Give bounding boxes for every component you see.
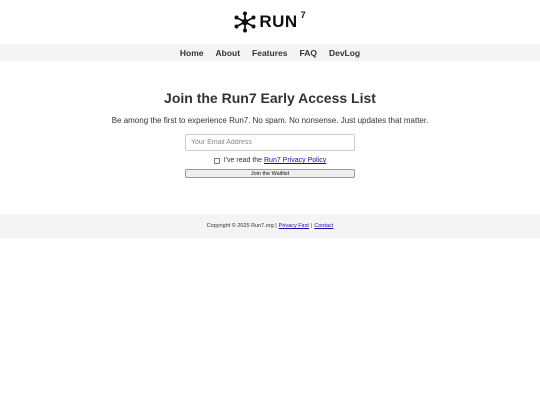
nav-features[interactable]: Features [252, 48, 287, 58]
consent-checkbox[interactable] [213, 157, 220, 164]
copyright-text: Copyright © 2025 Run7.org | [206, 223, 277, 229]
consent-row: I've read the Run7 Privacy Policy [185, 157, 355, 164]
hub-nodes-icon [234, 11, 256, 33]
nav-devlog[interactable]: DevLog [329, 48, 360, 58]
brand-superscript: 7 [300, 10, 306, 20]
join-waitlist-button[interactable]: Join the Waitlist [185, 169, 355, 178]
page-subtitle: Be among the first to experience Run7. N… [111, 116, 429, 125]
consent-prefix: I've read the [223, 157, 264, 164]
footer-contact-link[interactable]: Contact [314, 223, 333, 229]
brand-name: RUN [259, 12, 298, 31]
footer-separator: | [310, 223, 313, 229]
site-header: RUN 7 [0, 0, 540, 44]
brand-logo[interactable]: RUN 7 [234, 10, 306, 33]
waitlist-form: I've read the Run7 Privacy Policy Join t… [185, 134, 355, 178]
waitlist-section: Join the Run7 Early Access List Be among… [0, 61, 540, 178]
email-field[interactable] [185, 134, 355, 151]
footer-privacy-link[interactable]: Privacy First [279, 223, 309, 229]
site-footer: Copyright © 2025 Run7.org | Privacy Firs… [0, 214, 540, 238]
page-title: Join the Run7 Early Access List [164, 90, 376, 106]
nav-about[interactable]: About [215, 48, 240, 58]
privacy-policy-link[interactable]: Run7 Privacy Policy [264, 157, 326, 164]
consent-label: I've read the Run7 Privacy Policy [224, 157, 327, 164]
nav-faq[interactable]: FAQ [299, 48, 316, 58]
main-nav: Home About Features FAQ DevLog [0, 44, 540, 61]
nav-home[interactable]: Home [180, 48, 204, 58]
